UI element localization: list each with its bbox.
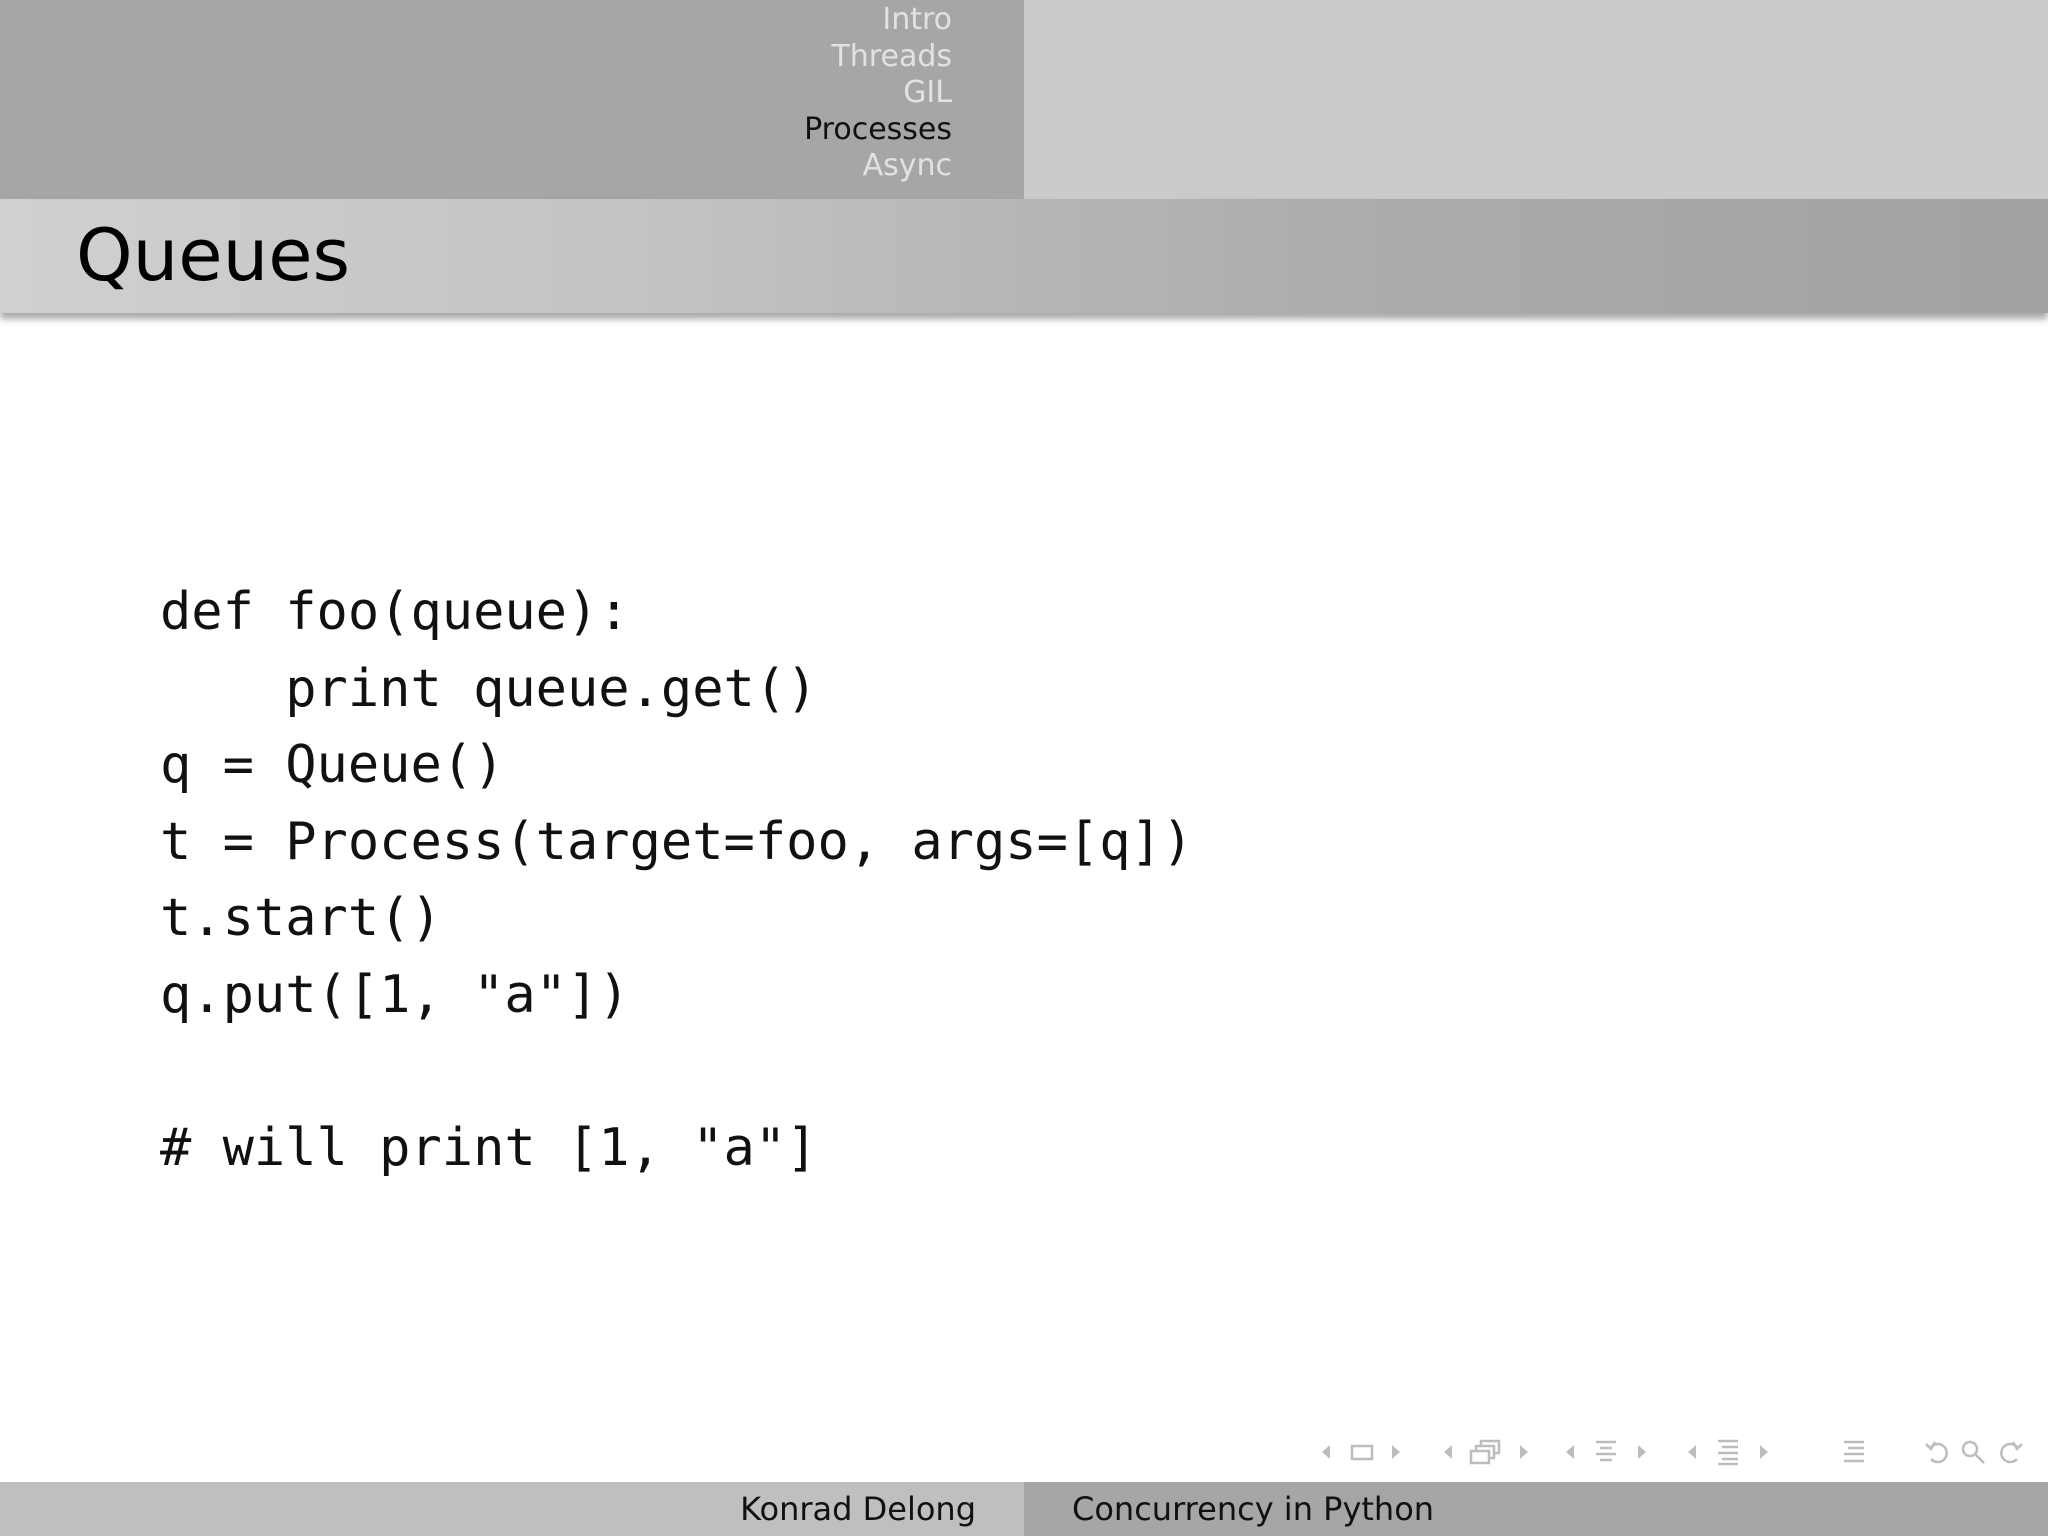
code-comment-line: # will print [1, "a"] (160, 1117, 818, 1178)
header-right-panel (1024, 0, 2048, 199)
code-line: t = Process(target=foo, args=[q]) (160, 811, 1194, 872)
author-name: Konrad Delong (740, 1490, 976, 1528)
footer-left-panel: Konrad Delong (0, 1482, 1024, 1536)
next-arrow-icon[interactable] (1632, 1432, 1652, 1472)
search-icon[interactable] (1956, 1432, 1990, 1472)
nav-item-gil[interactable]: GIL (804, 75, 952, 112)
undo-icon[interactable] (1920, 1432, 1956, 1472)
code-line: t.start() (160, 888, 442, 948)
outline-icon[interactable] (1836, 1432, 1872, 1472)
prev-arrow-icon[interactable] (1438, 1432, 1458, 1472)
code-line: def foo(queue): (160, 582, 630, 642)
redo-icon[interactable] (1992, 1432, 2028, 1472)
prev-arrow-icon[interactable] (1316, 1432, 1336, 1472)
section-navigation: Intro Threads GIL Processes Async (804, 2, 952, 185)
nav-item-intro[interactable]: Intro (804, 2, 952, 39)
next-arrow-icon[interactable] (1754, 1432, 1774, 1472)
slide-title: Queues (76, 213, 351, 297)
subsection-icon[interactable] (1466, 1432, 1506, 1472)
prev-arrow-icon[interactable] (1682, 1432, 1702, 1472)
code-line: q = Queue() (160, 735, 505, 795)
next-arrow-icon[interactable] (1514, 1432, 1534, 1472)
header-left-panel: Intro Threads GIL Processes Async (0, 0, 1024, 199)
next-arrow-icon[interactable] (1386, 1432, 1406, 1472)
section-icon[interactable] (1588, 1432, 1624, 1472)
footer-right-panel: Concurrency in Python (1024, 1482, 2048, 1536)
code-line: print queue.get() (160, 658, 818, 719)
nav-item-async[interactable]: Async (804, 148, 952, 185)
frame-icon[interactable] (1346, 1432, 1378, 1472)
document-icon[interactable] (1710, 1432, 1746, 1472)
nav-item-processes[interactable]: Processes (804, 112, 952, 149)
code-line: q.put([1, "a"]) (160, 964, 630, 1025)
navigation-controls (1316, 1432, 2036, 1472)
presentation-title: Concurrency in Python (1072, 1490, 1435, 1528)
code-block: def foo(queue): print queue.get() q = Qu… (160, 574, 1193, 1186)
prev-arrow-icon[interactable] (1560, 1432, 1580, 1472)
nav-item-threads[interactable]: Threads (804, 39, 952, 76)
